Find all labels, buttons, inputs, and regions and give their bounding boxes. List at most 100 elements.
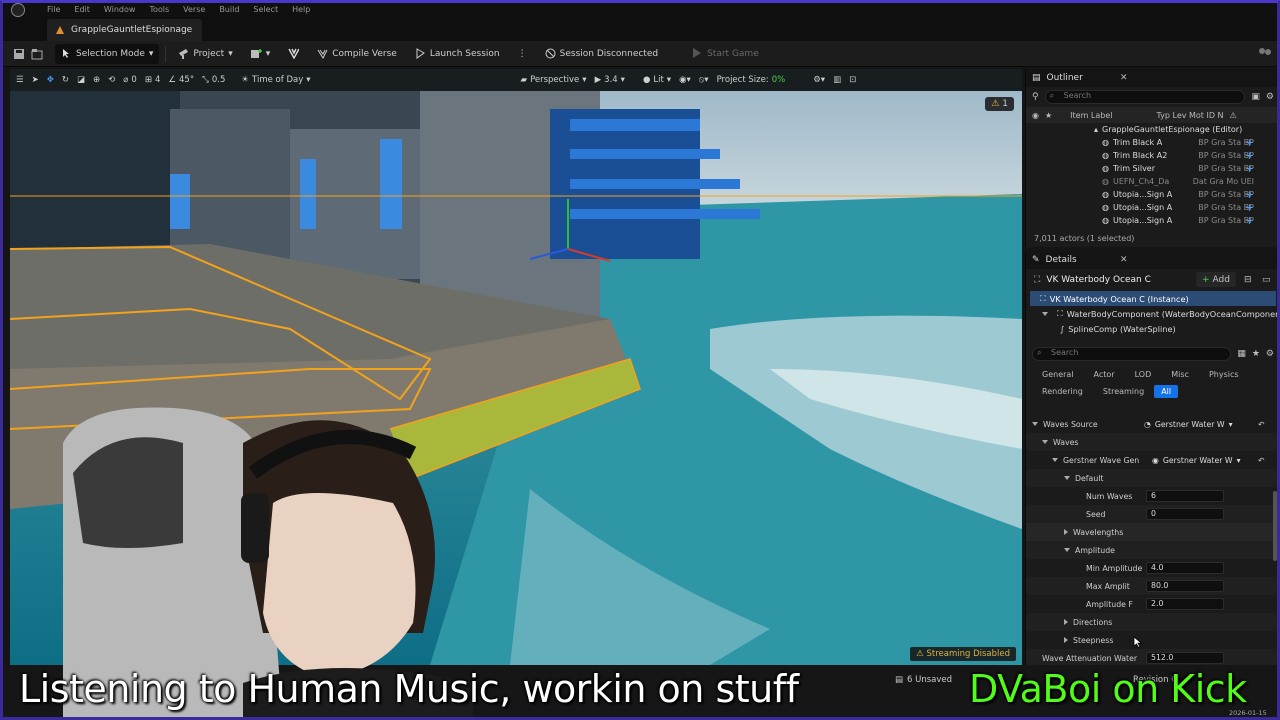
- outliner-row[interactable]: ◍ Trim Silver BP Gra Sta BP +: [1026, 162, 1277, 175]
- layout-icon[interactable]: ▥: [833, 75, 841, 85]
- component-waterbody[interactable]: ⛶ WaterBodyComponent (WaterBodyOceanComp…: [1026, 306, 1277, 321]
- launch-session-button[interactable]: Launch Session: [409, 44, 506, 64]
- streaming-status[interactable]: ⚠ Streaming Disabled: [910, 647, 1016, 661]
- menu-help[interactable]: Help: [292, 5, 310, 14]
- collaboration-icon[interactable]: [1257, 47, 1273, 59]
- show-flags-icon[interactable]: ◉▾: [679, 75, 691, 85]
- attenuation-input[interactable]: 512.0: [1146, 652, 1224, 664]
- outliner-row[interactable]: ◍ Utopia...Sign A BP Gra Sta BP +: [1026, 214, 1277, 227]
- column-item-label[interactable]: Item Label: [1070, 111, 1112, 120]
- menu-edit[interactable]: Edit: [74, 5, 90, 14]
- settings-gear-icon[interactable]: ⚙▾: [813, 75, 825, 85]
- compile-verse-button[interactable]: Compile Verse: [311, 44, 403, 64]
- category-rendering[interactable]: Rendering: [1032, 383, 1093, 400]
- snap-rotation-dropdown[interactable]: ⌀ 0: [123, 75, 137, 85]
- visibility-eye-icon[interactable]: ◉: [1032, 111, 1039, 120]
- menu-window[interactable]: Window: [104, 5, 136, 14]
- category-misc[interactable]: Misc: [1161, 366, 1199, 383]
- outliner-row[interactable]: ◍ Utopia...Sign A BP Gra Sta BP +: [1026, 188, 1277, 201]
- menu-build[interactable]: Build: [219, 5, 239, 14]
- num-waves-input[interactable]: 6: [1146, 490, 1224, 502]
- settings-gear-icon[interactable]: ⚙: [1266, 92, 1274, 102]
- angle-snap-dropdown[interactable]: ∠ 45°: [168, 75, 194, 85]
- category-actor[interactable]: Actor: [1084, 366, 1125, 383]
- max-amplitude-input[interactable]: 80.0: [1146, 580, 1224, 592]
- warning-badge[interactable]: ⚠ 1: [985, 97, 1014, 111]
- start-game-button[interactable]: Start Game: [686, 44, 765, 64]
- category-lod[interactable]: LOD: [1125, 366, 1162, 383]
- category-all[interactable]: All: [1154, 385, 1179, 398]
- open-blueprint-icon[interactable]: +: [1245, 149, 1254, 162]
- outliner-root-row[interactable]: ▴ GrappleGauntletEspionage (Editor): [1026, 123, 1277, 136]
- open-blueprint-icon[interactable]: +: [1245, 201, 1254, 214]
- reset-arrow-icon[interactable]: ↶: [1258, 456, 1265, 465]
- seed-input[interactable]: 0: [1146, 508, 1224, 520]
- content-browser-icon[interactable]: [31, 48, 43, 60]
- menu-file[interactable]: File: [47, 5, 60, 14]
- scale-snap-dropdown[interactable]: ⤡ 0.5: [202, 75, 225, 85]
- project-dropdown[interactable]: Project ▾: [172, 44, 238, 64]
- lock-icon[interactable]: ▭: [1262, 275, 1271, 285]
- unsaved-indicator[interactable]: ▤ 6 Unsaved: [895, 675, 952, 685]
- tab-project[interactable]: GrappleGauntletEspionage: [47, 19, 203, 41]
- outliner-row[interactable]: ◍ Trim Black A BP Gra Sta BP +: [1026, 136, 1277, 149]
- translate-tool-icon[interactable]: ✥: [47, 75, 54, 85]
- scale-tool-icon[interactable]: ◪: [77, 75, 85, 85]
- blueprint-icon[interactable]: ⊟: [1244, 275, 1252, 285]
- prop-steepness[interactable]: Steepness: [1026, 631, 1277, 649]
- rotate-tool-icon[interactable]: ↻: [62, 75, 69, 85]
- session-status[interactable]: Session Disconnected: [539, 44, 664, 64]
- close-icon[interactable]: ✕: [1120, 255, 1128, 265]
- component-spline[interactable]: ∫ SplineComp (WaterSpline): [1026, 321, 1277, 336]
- unreal-logo-icon[interactable]: [11, 3, 25, 17]
- settings-gear-icon[interactable]: ⚙: [1266, 349, 1274, 359]
- outliner-row[interactable]: ◍ UEFN_Ch4_Da Dat Gra Mo UEI: [1026, 175, 1277, 188]
- open-blueprint-icon[interactable]: +: [1245, 188, 1254, 201]
- prop-gerstner[interactable]: Gerstner Wave Gen ◉ Gerstner Water W ▾ ↶: [1026, 451, 1277, 469]
- category-streaming[interactable]: Streaming: [1093, 383, 1154, 400]
- save-icon[interactable]: [13, 48, 25, 60]
- perspective-dropdown[interactable]: ▰ Perspective ▾: [521, 75, 587, 85]
- category-general[interactable]: General: [1032, 366, 1084, 383]
- open-blueprint-icon[interactable]: +: [1245, 136, 1254, 149]
- surface-snap-icon[interactable]: ⟲: [108, 75, 115, 85]
- category-physics[interactable]: Physics: [1199, 366, 1249, 383]
- add-actor-dropdown[interactable]: ▾: [245, 44, 277, 64]
- prop-waves[interactable]: Waves: [1026, 433, 1277, 451]
- filter-icon[interactable]: ⚲: [1032, 92, 1039, 102]
- performance-icon[interactable]: ⦸▾: [699, 75, 709, 85]
- menu-tools[interactable]: Tools: [149, 5, 169, 14]
- reset-arrow-icon[interactable]: ↶: [1258, 420, 1265, 429]
- outliner-row[interactable]: ◍ Utopia...Sign A BP Gra Sta BP +: [1026, 201, 1277, 214]
- gerstner-dropdown[interactable]: ◉ Gerstner Water W ▾: [1152, 454, 1241, 467]
- min-amplitude-input[interactable]: 4.0: [1146, 562, 1224, 574]
- component-instance[interactable]: ⛶ VK Waterbody Ocean C (Instance): [1030, 291, 1276, 306]
- waves-source-dropdown[interactable]: ◔ Gerstner Water W ▾: [1144, 418, 1233, 431]
- maximize-icon[interactable]: ⊡: [849, 75, 856, 85]
- viewport-menu-icon[interactable]: ☰: [16, 75, 24, 85]
- prop-waves-source[interactable]: Waves Source ◔ Gerstner Water W ▾ ↶: [1026, 415, 1277, 433]
- camera-speed-dropdown[interactable]: ▶ 3.4 ▾: [595, 75, 625, 85]
- prop-wavelengths[interactable]: Wavelengths: [1026, 523, 1277, 541]
- add-folder-icon[interactable]: ▣: [1251, 92, 1260, 102]
- open-blueprint-icon[interactable]: +: [1245, 214, 1254, 227]
- amplitude-falloff-input[interactable]: 2.0: [1146, 598, 1224, 610]
- more-options-icon[interactable]: ⋮: [512, 44, 533, 64]
- world-space-icon[interactable]: ⊕: [93, 75, 100, 85]
- open-blueprint-icon[interactable]: +: [1245, 162, 1254, 175]
- grid-snap-dropdown[interactable]: ⊞ 4: [145, 75, 161, 85]
- outliner-row[interactable]: ◍ Trim Black A2 BP Gra Sta BP +: [1026, 149, 1277, 162]
- prop-directions[interactable]: Directions: [1026, 613, 1277, 631]
- favorite-star-icon[interactable]: ★: [1045, 111, 1052, 120]
- details-search-input[interactable]: ⌕ Search: [1032, 347, 1232, 361]
- close-icon[interactable]: ✕: [1120, 73, 1128, 83]
- verse-button[interactable]: [282, 44, 305, 64]
- favorite-star-icon[interactable]: ★: [1252, 349, 1260, 359]
- outliner-search-input[interactable]: ⌕ Search: [1044, 90, 1246, 104]
- menu-verse[interactable]: Verse: [183, 5, 205, 14]
- table-view-icon[interactable]: ▦: [1237, 349, 1246, 359]
- lit-dropdown[interactable]: ● Lit ▾: [643, 75, 671, 85]
- menu-select[interactable]: Select: [253, 5, 278, 14]
- details-scrollbar[interactable]: [1273, 491, 1277, 561]
- select-tool-icon[interactable]: ➤: [32, 75, 39, 85]
